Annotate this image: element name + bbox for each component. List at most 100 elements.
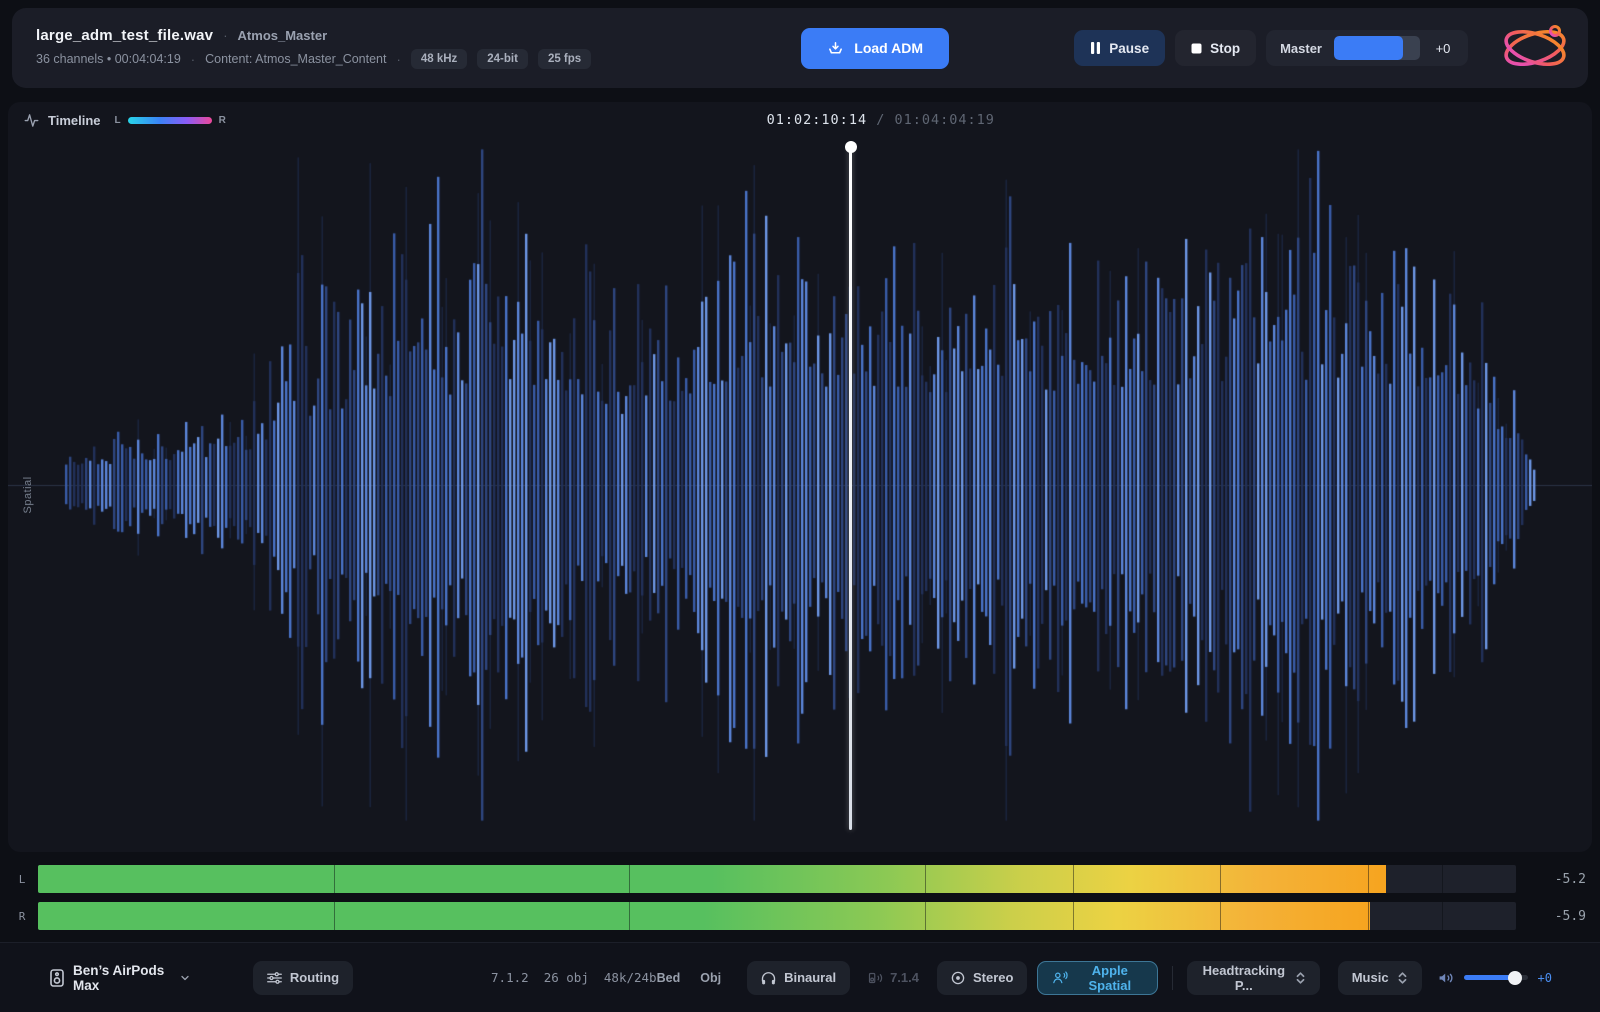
meter-value-left: -5.2 (1524, 872, 1586, 887)
playhead-handle-icon[interactable] (845, 141, 857, 153)
master-volume-group: Master +0 (1266, 30, 1468, 66)
stereo-mode-button[interactable]: Stereo (937, 961, 1027, 995)
separator-dot: · (223, 28, 227, 43)
meter-fill-right (38, 902, 1370, 930)
updown-chevrons-icon (1295, 971, 1306, 985)
lr-gradient-bar (128, 117, 212, 124)
current-timecode: 01:02:10:14 (767, 112, 867, 128)
meter-value-right: -5.9 (1524, 909, 1586, 924)
meter-segment-divider (629, 902, 630, 930)
separator-dot: · (191, 52, 195, 67)
stop-icon (1191, 43, 1202, 54)
format-info: 7.1.2 26 obj 48k/24b (491, 970, 657, 985)
meter-segment-divider (925, 865, 926, 893)
surround-speakers-icon (868, 971, 883, 985)
meter-segment-divider (1368, 902, 1369, 930)
apple-spatial-mode-button[interactable]: Apple Spatial (1037, 961, 1158, 995)
sliders-icon (267, 971, 282, 985)
routing-button[interactable]: Routing (253, 961, 353, 995)
toolbar-divider (1172, 966, 1173, 990)
app-logo-icon (1500, 19, 1570, 77)
badge-sample-rate: 48 kHz (411, 49, 467, 69)
stereo-label: Stereo (973, 970, 1013, 985)
surround-714-label: 7.1.4 (890, 970, 919, 985)
meter-segment-divider (1073, 865, 1074, 893)
meter-row-left: L -5.2 (14, 865, 1586, 893)
separator-dot: · (396, 52, 400, 67)
output-volume-thumb[interactable] (1508, 971, 1522, 985)
stop-button[interactable]: Stop (1175, 30, 1256, 66)
meter-segment-divider (334, 865, 335, 893)
stereo-icon (951, 971, 965, 985)
load-adm-label: Load ADM (854, 40, 923, 56)
headtracking-select[interactable]: Headtracking P... (1187, 961, 1320, 995)
meter-segment-divider (1073, 902, 1074, 930)
file-name: large_adm_test_file.wav (36, 27, 213, 44)
playhead[interactable] (849, 146, 852, 830)
volume-icon (1438, 971, 1454, 985)
master-volume-fill (1334, 36, 1403, 60)
master-gain-value: +0 (1432, 41, 1454, 56)
output-volume-group: +0 (1438, 971, 1552, 985)
file-info: large_adm_test_file.wav · Atmos_Master 3… (36, 27, 676, 69)
meter-segment-divider (1220, 902, 1221, 930)
left-channel-label: L (115, 115, 121, 126)
binaural-label: Binaural (784, 970, 836, 985)
surround-714-mode-button[interactable]: 7.1.4 (860, 970, 927, 985)
right-channel-label: R (219, 115, 226, 126)
meter-label-left: L (14, 873, 30, 886)
level-meters: L -5.2 R -5.9 (14, 865, 1586, 930)
meter-segment-divider (629, 865, 630, 893)
timeline-header: Timeline L R 01:02:10:14 / 01:04:04:19 (8, 102, 1592, 138)
binaural-mode-button[interactable]: Binaural (747, 961, 850, 995)
master-label: Master (1280, 41, 1322, 56)
chevron-down-icon (179, 972, 191, 984)
transport-controls: Pause Stop Master +0 (1074, 19, 1570, 77)
meter-label-right: R (14, 910, 30, 923)
obj-label: Obj (700, 971, 721, 985)
meter-row-right: R -5.9 (14, 902, 1586, 930)
output-volume-slider[interactable] (1464, 975, 1528, 980)
pause-icon (1090, 42, 1101, 54)
headtracking-value: Headtracking P... (1201, 963, 1287, 993)
preset-select[interactable]: Music (1338, 961, 1422, 995)
waveform-area: Spatial (8, 138, 1592, 852)
output-device-name: Ben’s AirPods Max (73, 963, 170, 993)
badge-frame-rate: 25 fps (538, 49, 591, 69)
download-tray-icon (827, 40, 844, 57)
spatial-axis-label: Spatial (22, 476, 34, 513)
badge-bit-depth: 24-bit (477, 49, 528, 69)
pause-button[interactable]: Pause (1074, 30, 1165, 66)
pulse-icon (24, 113, 39, 128)
timeline-title: Timeline (48, 113, 101, 128)
meter-fill-left (38, 865, 1386, 893)
output-device-selector[interactable]: Ben’s AirPods Max (50, 963, 191, 993)
header-bar: large_adm_test_file.wav · Atmos_Master 3… (12, 8, 1588, 88)
stereo-gradient-legend: L R (115, 115, 226, 126)
waveform-canvas[interactable] (8, 138, 1592, 852)
meter-segment-divider (1368, 865, 1369, 893)
channels-duration: 36 channels • 00:04:04:19 (36, 52, 181, 66)
meter-segment-divider (1442, 902, 1443, 930)
session-name: Atmos_Master (238, 28, 328, 43)
master-volume-slider[interactable] (1334, 36, 1420, 60)
headphones-icon (761, 971, 776, 985)
meter-segment-divider (1220, 865, 1221, 893)
meter-segment-divider (1442, 865, 1443, 893)
content-name: Content: Atmos_Master_Content (205, 52, 386, 66)
meter-segment-divider (334, 902, 335, 930)
bed-label: Bed (657, 971, 681, 985)
meter-track-left (38, 865, 1516, 893)
apple-spatial-label: Apple Spatial (1076, 963, 1143, 993)
routing-label: Routing (290, 970, 339, 985)
timeline-panel: Timeline L R 01:02:10:14 / 01:04:04:19 S… (8, 102, 1592, 852)
spatial-audio-person-icon (1052, 970, 1068, 985)
output-volume-value: +0 (1538, 971, 1552, 985)
preset-value: Music (1352, 970, 1389, 985)
speaker-cabinet-icon (50, 969, 64, 987)
bottom-toolbar: Ben’s AirPods Max Routing 7.1.2 26 obj 4… (0, 942, 1600, 1012)
load-adm-button[interactable]: Load ADM (801, 28, 949, 69)
pause-label: Pause (1109, 41, 1149, 56)
stop-label: Stop (1210, 41, 1240, 56)
total-timecode: 01:04:04:19 (894, 112, 994, 128)
